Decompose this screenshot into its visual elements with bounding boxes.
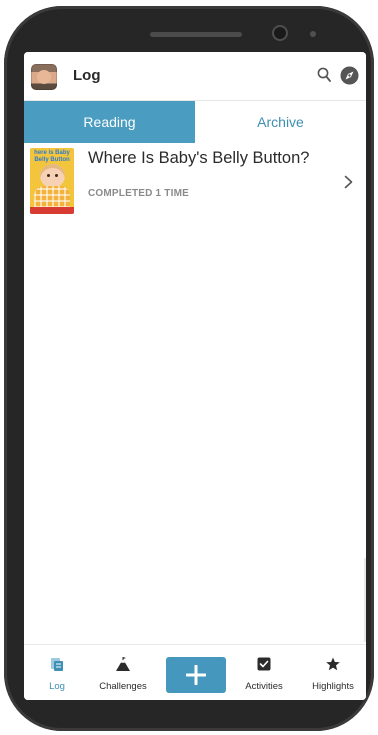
tab-reading[interactable]: Reading bbox=[24, 101, 195, 143]
front-camera bbox=[274, 27, 286, 39]
proximity-sensor bbox=[310, 31, 316, 37]
page-title: Log bbox=[73, 67, 101, 84]
speaker-grille bbox=[150, 32, 242, 37]
nav-highlights[interactable]: Highlights bbox=[300, 645, 366, 700]
book-title: Where Is Baby's Belly Button? bbox=[88, 149, 310, 167]
compass-icon[interactable] bbox=[340, 66, 359, 85]
chevron-right-icon[interactable] bbox=[344, 175, 353, 189]
plus-icon bbox=[186, 665, 206, 685]
cover-base-stripe bbox=[30, 207, 74, 214]
bottom-navigation: Log Challenges Activities Highlights bbox=[24, 644, 366, 700]
top-app-bar: Log bbox=[24, 52, 366, 101]
scrollbar[interactable] bbox=[364, 558, 366, 642]
nav-highlights-label: Highlights bbox=[312, 681, 354, 692]
app-screen: Log Reading Archive here is Baby Belly B… bbox=[24, 52, 366, 700]
nav-activities-label: Activities bbox=[245, 681, 283, 692]
profile-avatar[interactable] bbox=[31, 64, 57, 90]
book-status: COMPLETED 1 TIME bbox=[88, 188, 189, 199]
add-button[interactable] bbox=[166, 657, 226, 693]
tab-bar: Reading Archive bbox=[24, 101, 366, 143]
book-cover: here is Baby Belly Button bbox=[30, 148, 74, 214]
tab-archive[interactable]: Archive bbox=[195, 101, 366, 143]
phone-frame: Log Reading Archive here is Baby Belly B… bbox=[4, 6, 374, 731]
nav-activities[interactable]: Activities bbox=[231, 645, 297, 700]
nav-challenges-label: Challenges bbox=[99, 681, 147, 692]
book-list-item[interactable]: here is Baby Belly Button Where Is Baby'… bbox=[24, 143, 366, 217]
log-icon bbox=[51, 658, 63, 671]
nav-log-label: Log bbox=[49, 681, 65, 692]
nav-log[interactable]: Log bbox=[24, 645, 90, 700]
cover-title-text: here is Baby Belly Button bbox=[34, 150, 70, 163]
checkbox-icon bbox=[257, 657, 271, 671]
nav-challenges[interactable]: Challenges bbox=[90, 645, 156, 700]
star-icon bbox=[326, 657, 340, 671]
cover-baby-face bbox=[40, 164, 65, 188]
search-icon[interactable] bbox=[317, 67, 331, 83]
mountain-icon bbox=[116, 657, 130, 671]
